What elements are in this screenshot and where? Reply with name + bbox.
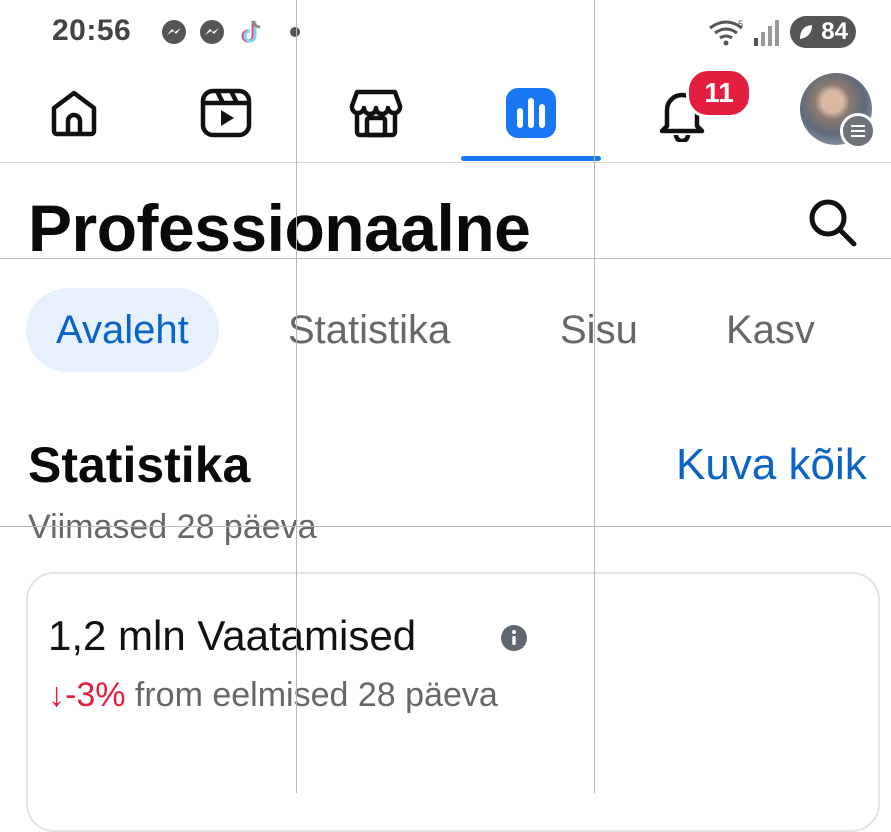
section-subtitle: Viimased 28 päeva: [28, 508, 317, 546]
search-icon: [809, 199, 857, 247]
views-change: ↓-3% from eelmised 28 päeva: [48, 676, 498, 715]
nav-reels[interactable]: [156, 64, 296, 162]
tab-avaleht[interactable]: Avaleht: [26, 288, 219, 372]
grid-line: [0, 526, 891, 527]
info-icon[interactable]: [500, 624, 528, 652]
change-period: from eelmised 28 päeva: [125, 676, 498, 714]
tiktok-icon: [241, 20, 261, 43]
active-tab-indicator: [461, 156, 601, 161]
tab-statistika[interactable]: Statistika: [288, 288, 450, 372]
grid-line: [0, 258, 891, 259]
search-button[interactable]: [800, 190, 864, 254]
signal-icon: [754, 20, 779, 46]
status-bar: 20:56 5 84: [0, 0, 891, 64]
battery-saver-icon: [800, 25, 812, 39]
notification-count-badge: 11: [686, 68, 752, 118]
messenger-icon: [200, 20, 224, 44]
status-time: 20:56: [52, 14, 132, 47]
wifi-icon: 5: [709, 19, 743, 46]
tab-kasv[interactable]: Kasv: [726, 288, 815, 372]
views-metric: 1,2 mln Vaatamised: [48, 612, 417, 659]
grid-line: [296, 0, 297, 793]
professional-dashboard-icon: [506, 88, 556, 138]
menu-icon[interactable]: [840, 113, 876, 149]
section-title: Statistika: [28, 437, 251, 493]
svg-text:5: 5: [738, 19, 743, 29]
home-icon: [51, 90, 97, 137]
view-all-link[interactable]: Kuva kõik: [676, 440, 867, 490]
battery-indicator: 84: [790, 16, 856, 48]
tab-sisu[interactable]: Sisu: [560, 288, 638, 372]
nav-marketplace[interactable]: [306, 64, 446, 162]
nav-professional-dashboard[interactable]: [461, 64, 601, 162]
notification-dot: [290, 27, 300, 37]
messenger-icon: [162, 20, 186, 44]
grid-line: [594, 0, 595, 793]
nav-home[interactable]: [4, 64, 144, 162]
reels-icon: [200, 88, 252, 138]
page-title: Professionaalne: [28, 191, 531, 265]
marketplace-icon: [349, 89, 403, 138]
battery-level: 84: [821, 18, 848, 45]
change-percent: ↓-3%: [48, 676, 126, 714]
top-nav: [0, 64, 891, 163]
